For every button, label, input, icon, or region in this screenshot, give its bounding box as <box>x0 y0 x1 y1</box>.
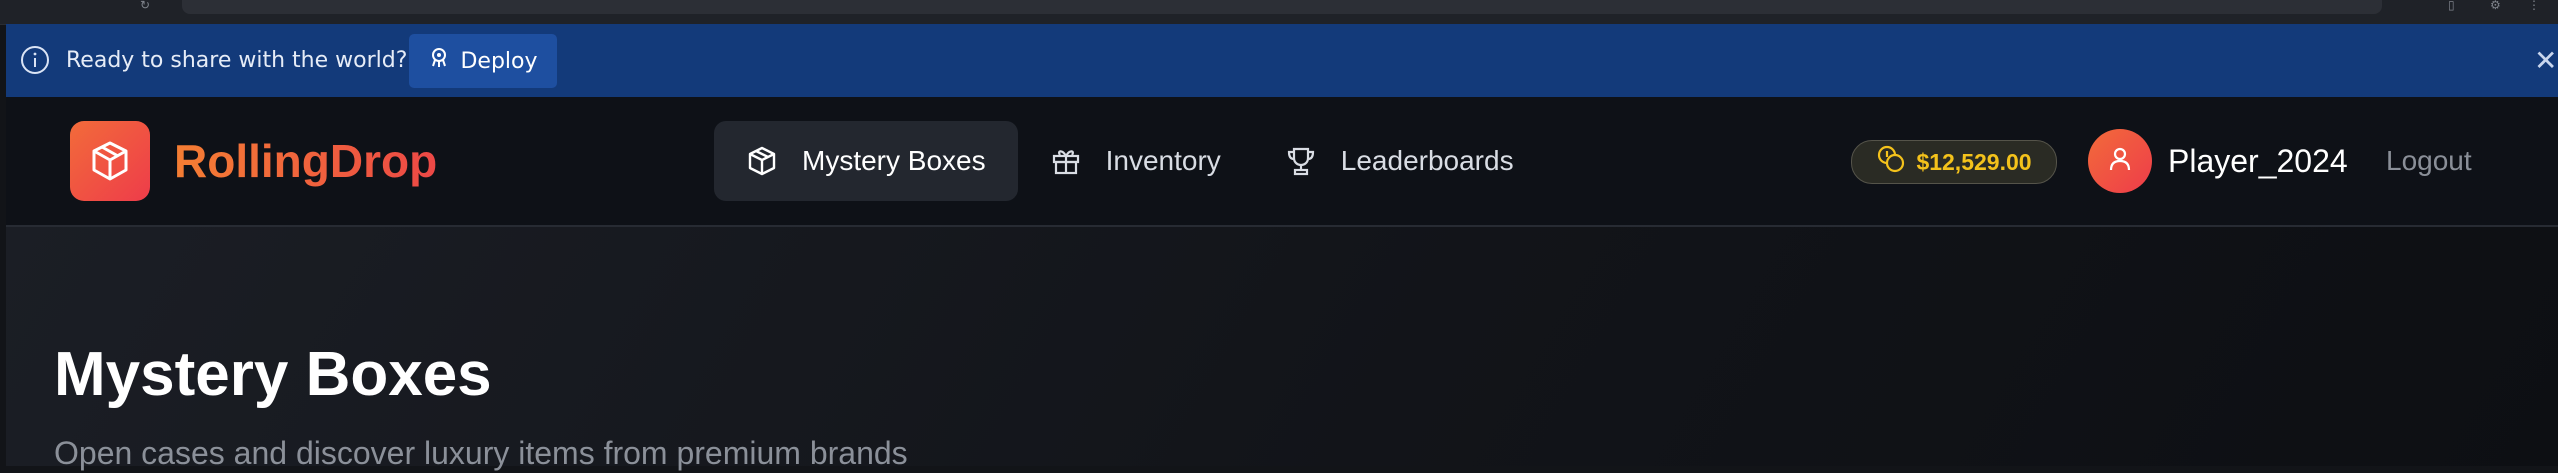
main-nav: Mystery Boxes Inventory Leaderboards <box>714 121 1546 201</box>
box-icon <box>746 145 778 177</box>
brand-name[interactable]: RollingDrop <box>174 135 437 187</box>
balance-badge[interactable]: $12,529.00 <box>1851 140 2057 184</box>
logout-button[interactable]: Logout <box>2386 143 2472 179</box>
nav-label: Inventory <box>1105 145 1221 176</box>
rocket-icon <box>428 47 450 75</box>
deploy-button[interactable]: Deploy <box>409 34 557 88</box>
balance-amount: $12,529.00 <box>1916 148 2032 175</box>
reload-icon[interactable]: ↻ <box>140 0 150 11</box>
nav-item-inventory[interactable]: Inventory <box>1018 121 1253 201</box>
nav-label: Leaderboards <box>1340 145 1514 176</box>
nav-item-leaderboards[interactable]: Leaderboards <box>1253 121 1546 201</box>
extension-icon[interactable]: ▯ <box>2448 0 2455 11</box>
page-subtitle: Open cases and discover luxury items fro… <box>54 435 908 471</box>
browser-toolbar: ↻ ▯ ⚙ ⋮ <box>0 0 2558 25</box>
page-title: Mystery Boxes <box>54 340 492 409</box>
address-bar[interactable] <box>182 0 2382 14</box>
info-circle-icon <box>20 45 50 75</box>
nav-item-mystery-boxes[interactable]: Mystery Boxes <box>714 121 1018 201</box>
user-icon <box>2106 145 2134 178</box>
close-icon[interactable]: ✕ <box>2534 46 2558 76</box>
nav-label: Mystery Boxes <box>802 145 986 176</box>
menu-icon[interactable]: ⋮ <box>2528 0 2540 11</box>
banner-message: Ready to share with the world? <box>66 48 408 73</box>
deploy-label: Deploy <box>460 48 538 74</box>
logo-box-icon[interactable] <box>70 121 150 201</box>
deploy-banner: Ready to share with the world? Deploy ✕ <box>6 24 2558 97</box>
trophy-icon <box>1285 145 1317 177</box>
page-header: Mystery Boxes Open cases and discover lu… <box>6 227 2558 471</box>
gift-icon <box>1050 145 1082 177</box>
top-navbar: RollingDrop Mystery Boxes Inventory Lead… <box>6 97 2558 227</box>
avatar[interactable] <box>2088 129 2152 193</box>
settings-icon[interactable]: ⚙ <box>2490 0 2501 11</box>
coins-icon <box>1876 144 1906 180</box>
username[interactable]: Player_2024 <box>2168 141 2348 181</box>
